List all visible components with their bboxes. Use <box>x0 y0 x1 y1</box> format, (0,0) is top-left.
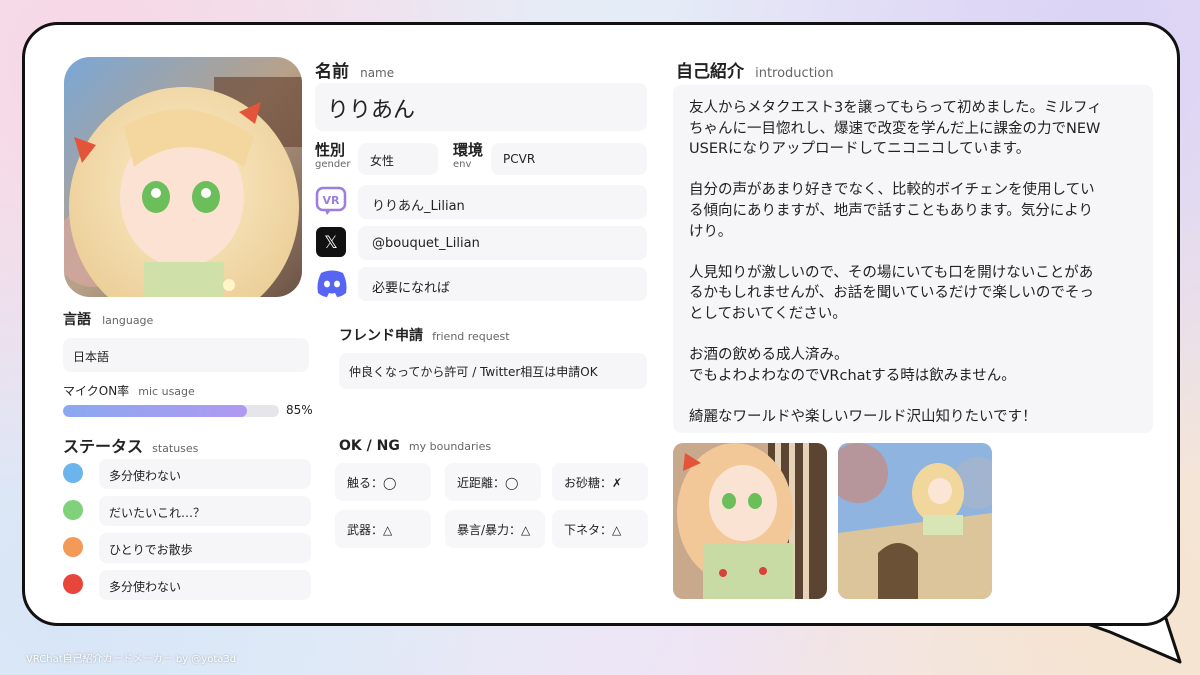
language-label: 言語 <box>63 312 91 328</box>
friend-request-label: フレンド申請 <box>339 328 423 344</box>
intro-blank-line <box>689 386 1137 407</box>
boundaries-label-en: my boundaries <box>408 440 492 453</box>
intro-line: るかもしれませんが、お話を聞いているだけで楽しいのでそっ <box>689 285 1094 302</box>
status-item: だいたいこれ…？ <box>99 496 311 526</box>
intro-line: 人見知りが激しいので、その場にいても口を開けないことがあ <box>689 264 1094 281</box>
boundary-text: 触る：◯ <box>347 476 397 490</box>
friend-request-field: 仲良くなってから許可 / Twitter相互は申請OK <box>339 353 647 389</box>
intro-blank-line <box>689 325 1137 346</box>
mic-heading: マイクON率 mic usage <box>63 380 195 399</box>
intro-line: でもよわよわなのでVRchatする時は飲みません。 <box>689 367 1016 384</box>
boundary-item-lewd: 下ネタ：△ <box>552 510 648 548</box>
statuses-heading: ステータス statuses <box>63 433 198 457</box>
profile-card: 名前 name りりあん 性別 gender 女性 環境 env PCVR VR… <box>22 22 1180 626</box>
intro-line: けり。 <box>689 223 733 240</box>
discord-icon <box>315 267 349 303</box>
intro-line: USERになりアップロードしてニコニコしています。 <box>689 141 1031 158</box>
mic-percent: 85% <box>286 403 313 417</box>
status-text: 多分使わない <box>109 469 182 483</box>
mic-label-en: mic usage <box>138 385 195 398</box>
vrchat-account-value: りりあん_Lilian <box>372 199 465 214</box>
boundary-text: 近距離：◯ <box>457 476 519 490</box>
introduction-label-en: introduction <box>755 66 834 81</box>
friend-request-value: 仲良くなってから許可 / Twitter相互は申請OK <box>349 365 598 379</box>
language-heading: 言語 language <box>63 309 153 329</box>
language-label-en: language <box>102 314 154 327</box>
boundary-text: 暴言/暴力：△ <box>457 523 531 537</box>
x-account-field: @bouquet_Lilian <box>358 226 647 260</box>
status-dot-green <box>63 500 83 520</box>
intro-line: る傾向にありますが、地声で話すこともあります。気分により <box>689 202 1093 219</box>
name-field: りりあん <box>315 83 647 131</box>
intro-blank-line <box>689 242 1137 263</box>
env-label-en: env <box>453 159 472 170</box>
statuses-label: ステータス <box>63 437 144 456</box>
intro-line: 友人からメタクエスト3を譲ってもらって初めました。ミルフィ <box>689 100 1102 116</box>
env-label: 環境 <box>453 141 484 159</box>
boundaries-heading: OK / NG my boundaries <box>339 435 491 454</box>
boundary-text: お砂糖：✗ <box>564 476 623 490</box>
friend-request-label-en: friend request <box>432 330 510 343</box>
intro-line: ちゃんに一目惚れし、爆速で改変を学んだ上に課金の力でNEW <box>689 120 1101 137</box>
env-field: PCVR <box>491 143 647 175</box>
name-value: りりあん <box>327 98 416 123</box>
svg-text:VR: VR <box>323 194 341 207</box>
status-dot-orange <box>63 537 83 557</box>
svg-text:𝕏: 𝕏 <box>324 233 338 253</box>
intro-line: 自分の声があまり好きでなく、比較的ボイチェンを使用してい <box>689 182 1095 199</box>
introduction-label: 自己紹介 <box>676 62 744 82</box>
gender-value: 女性 <box>370 154 395 168</box>
intro-blank-line <box>689 160 1137 181</box>
friend-request-heading: フレンド申請 friend request <box>339 325 510 345</box>
introduction-text: 友人からメタクエスト3を譲ってもらって初めました。ミルフィ ちゃんに一目惚れし、… <box>689 98 1137 428</box>
gender-field: 女性 <box>358 143 438 175</box>
language-value: 日本語 <box>73 350 110 364</box>
footer-credit: VRChat自己紹介カードメーカー by @yota3d <box>26 654 237 665</box>
intro-line: 綺麗なワールドや楽しいワールド沢山知りたいです！ <box>689 408 1037 425</box>
status-item: 多分使わない <box>99 459 311 489</box>
vrchat-icon: VR <box>315 185 347 221</box>
boundary-item-weapons: 武器：△ <box>335 510 431 548</box>
gallery-photo-1 <box>673 443 827 599</box>
mic-usage-fill <box>63 405 247 417</box>
x-account-value: @bouquet_Lilian <box>372 236 480 251</box>
status-dot-blue <box>63 463 83 483</box>
boundary-text: 下ネタ：△ <box>564 523 622 537</box>
boundary-text: 武器：△ <box>347 523 393 537</box>
status-item: ひとりでお散歩 <box>99 533 311 563</box>
boundary-item-sugar: お砂糖：✗ <box>552 463 648 501</box>
mic-label: マイクON率 <box>63 384 130 398</box>
introduction-box: 友人からメタクエスト3を譲ってもらって初めました。ミルフィ ちゃんに一目惚れし、… <box>673 85 1153 433</box>
vrchat-account-field: りりあん_Lilian <box>358 185 647 219</box>
statuses-label-en: statuses <box>152 442 199 455</box>
gallery-photo-2 <box>838 443 992 599</box>
boundary-item-violence: 暴言/暴力：△ <box>445 510 545 548</box>
status-text: ひとりでお散歩 <box>109 543 193 557</box>
env-heading: 環境 env <box>453 143 483 170</box>
status-text: だいたいこれ…？ <box>109 506 206 520</box>
language-field: 日本語 <box>63 338 309 372</box>
intro-line: お酒の飲める成人済み。 <box>689 347 849 364</box>
name-label-en: name <box>360 66 395 80</box>
boundary-item-touch: 触る：◯ <box>335 463 431 501</box>
avatar-photo <box>64 57 302 297</box>
intro-line: としておいてください。 <box>689 305 847 322</box>
status-item: 多分使わない <box>99 570 311 600</box>
status-text: 多分使わない <box>109 580 182 594</box>
gender-heading: 性別 gender <box>315 143 350 170</box>
x-icon: 𝕏 <box>315 226 347 262</box>
gender-label: 性別 <box>315 141 346 159</box>
boundaries-label: OK / NG <box>339 438 400 454</box>
status-dot-red <box>63 574 83 594</box>
name-heading: 名前 name <box>315 57 394 82</box>
name-label: 名前 <box>315 62 349 82</box>
boundary-item-proximity: 近距離：◯ <box>445 463 541 501</box>
discord-value: 必要になれば <box>372 281 451 296</box>
introduction-heading: 自己紹介 introduction <box>676 57 834 82</box>
gender-label-en: gender <box>315 159 351 170</box>
mic-usage-bar <box>63 405 279 417</box>
discord-field: 必要になれば <box>358 267 647 301</box>
env-value: PCVR <box>503 152 536 166</box>
